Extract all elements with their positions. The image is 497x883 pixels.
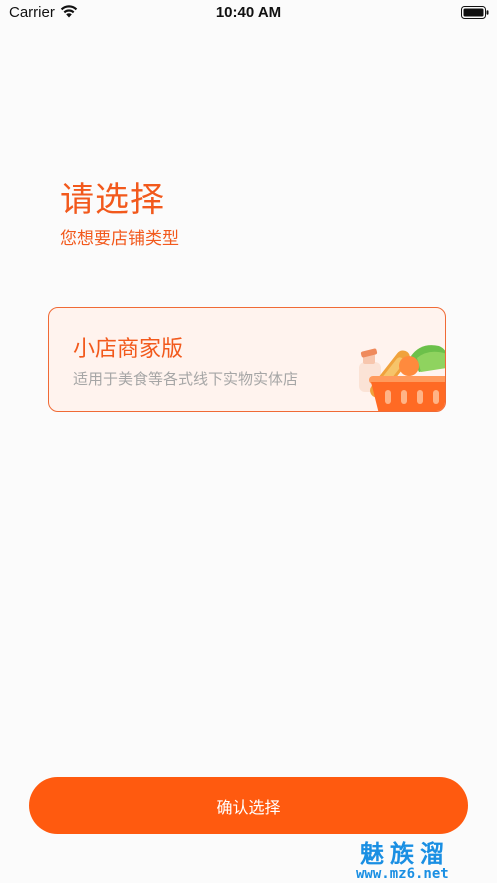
watermark-logo: 魅族溜 <box>360 840 450 868</box>
battery-icon <box>461 6 489 19</box>
shopping-basket-icon <box>359 345 445 411</box>
status-bar: Carrier 10:40 AM <box>0 0 497 26</box>
watermark-url: www.mz6.net <box>356 866 449 882</box>
store-type-title: 小店商家版 <box>73 337 184 362</box>
store-type-description: 适用于美食等各式线下实物实体店 <box>73 370 299 388</box>
store-type-option-card[interactable]: 小店商家版 适用于美食等各式线下实物实体店 <box>48 307 446 412</box>
page-title: 请选择 <box>60 180 165 220</box>
page-subtitle: 您想要店铺类型 <box>60 229 179 249</box>
confirm-selection-button[interactable]: 确认选择 <box>29 777 468 834</box>
status-time: 10:40 AM <box>215 4 282 21</box>
